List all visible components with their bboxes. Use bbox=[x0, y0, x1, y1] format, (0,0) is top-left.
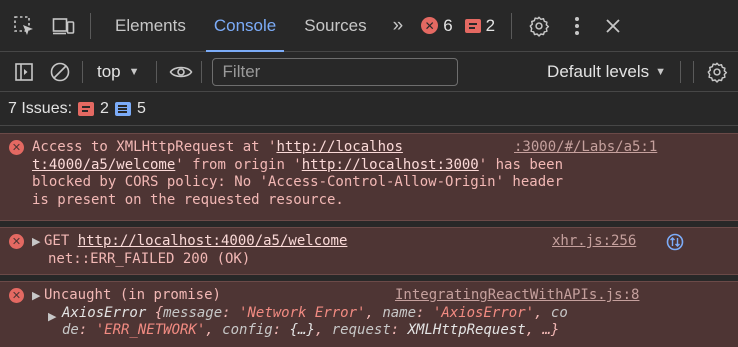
tab-elements[interactable]: Elements bbox=[101, 0, 200, 52]
expand-triangle-icon[interactable]: ▶ bbox=[48, 308, 56, 326]
divider bbox=[155, 60, 157, 83]
error-icon: ✕ bbox=[421, 17, 439, 34]
request-method: GET bbox=[43, 233, 78, 249]
expand-triangle-icon[interactable]: ▶ bbox=[32, 289, 44, 302]
message-line: ▶ Uncaught (in promise) bbox=[32, 287, 221, 305]
settings-gear-icon[interactable] bbox=[522, 6, 556, 46]
source-link[interactable]: xhr.js:256 bbox=[552, 233, 636, 251]
more-options-icon[interactable] bbox=[560, 6, 594, 46]
message-line: t:4000/a5/welcome' from origin 'http://l… bbox=[32, 157, 563, 175]
error-count: 6 bbox=[443, 15, 453, 35]
issues-error-count: 2 bbox=[100, 99, 109, 117]
divider bbox=[90, 12, 91, 39]
object-name: AxiosError bbox=[62, 304, 147, 321]
source-link[interactable]: :3000/#/Labs/a5:1 bbox=[514, 139, 657, 157]
console-toolbar: top ▼ Filter Default levels ▼ bbox=[0, 52, 738, 92]
message-text: Uncaught (in promise) bbox=[43, 287, 221, 303]
divider bbox=[82, 60, 83, 83]
issue-icon bbox=[464, 18, 481, 33]
issues-info-count: 5 bbox=[136, 99, 146, 117]
axios-error-object-continued: de: 'ERR_NETWORK', config: {…}, request:… bbox=[62, 322, 560, 338]
sidebar-toggle-icon[interactable] bbox=[6, 52, 42, 92]
network-panel-icon[interactable] bbox=[666, 233, 684, 257]
issue-count: 2 bbox=[485, 15, 496, 35]
expand-triangle-icon[interactable]: ▶ bbox=[32, 235, 44, 248]
divider bbox=[680, 60, 681, 83]
error-icon: ✕ bbox=[9, 288, 24, 303]
message-text: ' has been bbox=[478, 156, 564, 173]
tab-sources[interactable]: Sources bbox=[290, 0, 380, 52]
console-message-get-failed[interactable]: ✕ ▶ GET http://localhost:4000/a5/welcome… bbox=[0, 227, 738, 275]
console-message-uncaught-axios[interactable]: ✕ ▶ Uncaught (in promise) IntegratingRea… bbox=[0, 281, 738, 347]
more-tabs-button[interactable]: » bbox=[381, 15, 416, 37]
dropdown-arrow-icon: ▼ bbox=[128, 65, 140, 78]
live-expression-eye-icon[interactable] bbox=[163, 52, 199, 92]
context-value: top bbox=[97, 61, 121, 81]
divider bbox=[200, 60, 202, 83]
close-icon[interactable] bbox=[596, 6, 630, 46]
error-count-badge[interactable]: ✕ 6 bbox=[415, 16, 458, 36]
devtools-tab-bar: Elements Console Sources » ✕ 6 2 bbox=[0, 0, 738, 52]
divider bbox=[511, 12, 513, 39]
issue-icon bbox=[78, 101, 95, 116]
dropdown-arrow-icon: ▼ bbox=[655, 65, 666, 78]
axios-error-object[interactable]: AxiosError {message: 'Network Error', na… bbox=[62, 305, 568, 323]
tab-console[interactable]: Console bbox=[200, 0, 290, 52]
message-text: Access to XMLHttpRequest at ' bbox=[32, 139, 277, 155]
message-line: ▶ GET http://localhost:4000/a5/welcome bbox=[32, 233, 347, 251]
request-url-link-continued[interactable]: t:4000/a5/welcome bbox=[32, 157, 175, 173]
context-selector[interactable]: top ▼ bbox=[87, 62, 150, 82]
log-levels-label: Default levels bbox=[547, 61, 650, 81]
inspect-element-icon[interactable] bbox=[4, 6, 44, 46]
origin-link[interactable]: http://localhost:3000 bbox=[302, 157, 479, 173]
source-link[interactable]: IntegratingReactWithAPIs.js:8 bbox=[395, 287, 639, 305]
filter-input[interactable]: Filter bbox=[211, 57, 458, 86]
message-line: blocked by CORS policy: No 'Access-Contr… bbox=[32, 174, 564, 190]
request-url-link[interactable]: http://localhost:4000/a5/welcome bbox=[78, 233, 348, 249]
log-levels-dropdown[interactable]: Default levels ▼ bbox=[535, 62, 678, 82]
message-text: ' from origin ' bbox=[175, 156, 302, 173]
divider bbox=[693, 60, 694, 83]
issue-count-badge[interactable]: 2 bbox=[459, 16, 501, 36]
clear-console-icon[interactable] bbox=[42, 52, 78, 92]
error-icon: ✕ bbox=[9, 234, 24, 249]
request-url-link[interactable]: http://localhos bbox=[276, 139, 402, 155]
device-toolbar-icon[interactable] bbox=[44, 6, 84, 46]
message-line: is present on the requested resource. bbox=[32, 191, 344, 208]
issues-label: 7 Issues: bbox=[8, 99, 73, 117]
status-text: net::ERR_FAILED 200 (OK) bbox=[48, 250, 251, 267]
error-icon: ✕ bbox=[9, 140, 24, 155]
console-message-cors-error[interactable]: ✕ Access to XMLHttpRequest at 'http://lo… bbox=[0, 133, 738, 221]
issues-bar[interactable]: 7 Issues: 2 5 bbox=[0, 92, 738, 126]
info-issue-icon bbox=[114, 101, 131, 116]
console-settings-gear-icon[interactable] bbox=[700, 52, 734, 92]
message-line: Access to XMLHttpRequest at 'http://loca… bbox=[32, 139, 403, 157]
